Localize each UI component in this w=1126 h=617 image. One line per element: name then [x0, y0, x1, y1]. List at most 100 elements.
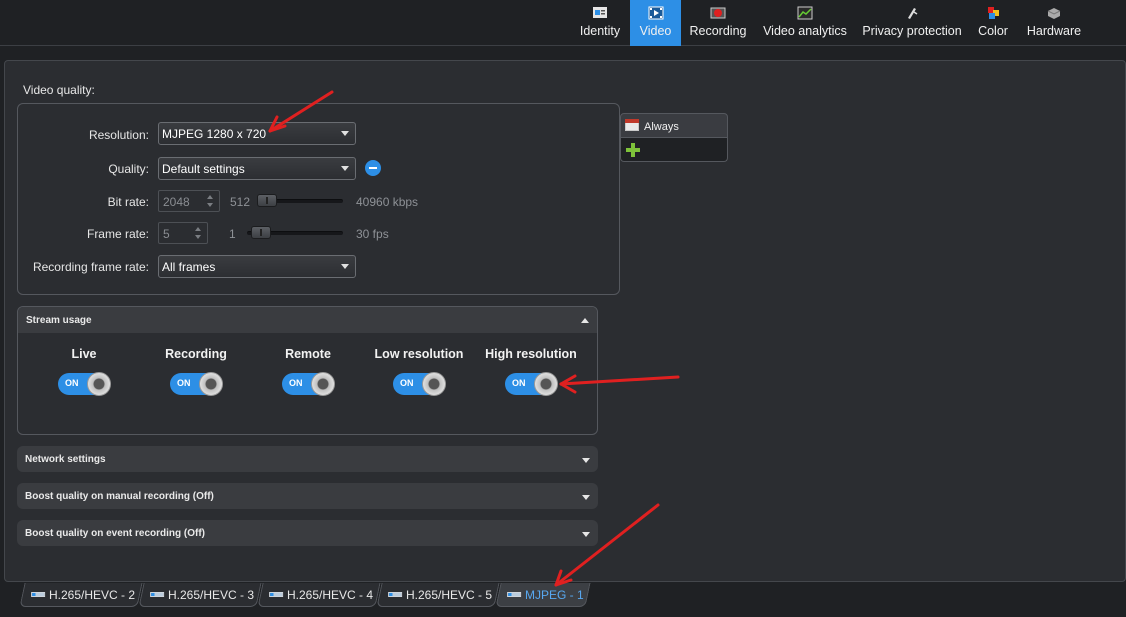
schedule-label: Always [644, 121, 679, 133]
live-toggle-switch[interactable]: ON [58, 372, 111, 396]
toggle-recording: Recording ON [141, 347, 251, 396]
frame-rate-slider-thumb[interactable] [251, 226, 271, 239]
bit-rate-label: Bit rate: [107, 195, 149, 209]
quality-label: Quality: [108, 162, 149, 176]
stream-usage-section: Stream usage Live ON Recording ON Remote… [17, 306, 598, 435]
recording-frame-rate-dropdown[interactable]: All frames [158, 255, 356, 278]
tab-label: Color [978, 24, 1008, 38]
toggle-state: ON [289, 378, 303, 388]
boost-event-title: Boost quality on event recording (Off) [25, 528, 206, 539]
recording-icon [710, 7, 726, 19]
recording-frame-rate-label: Recording frame rate: [32, 260, 149, 274]
frame-rate-value: 5 [163, 227, 170, 241]
schedule-always[interactable]: Always [620, 113, 728, 138]
toggle-knob [87, 372, 111, 396]
frame-rate-label: Frame rate: [86, 227, 149, 241]
stream-usage-title: Stream usage [26, 315, 92, 326]
toggle-state: ON [400, 378, 414, 388]
stream-icon [31, 592, 46, 597]
spin-down-icon[interactable] [207, 203, 213, 207]
quality-dropdown[interactable]: Default settings [158, 157, 356, 180]
stream-usage-header[interactable]: Stream usage [18, 307, 597, 333]
bit-rate-slider-thumb[interactable] [257, 194, 277, 207]
tab-video-analytics[interactable]: Video analytics [760, 0, 850, 46]
toggle-label: Low resolution [374, 347, 464, 361]
tab-hardware[interactable]: Hardware [1023, 0, 1085, 46]
stream-icon [507, 592, 522, 597]
network-settings-section[interactable]: Network settings [17, 446, 598, 472]
stream-tab-label: H.265/HEVC - 5 [406, 588, 493, 602]
toggle-live: Live ON [29, 347, 139, 396]
frame-rate-min: 1 [229, 227, 236, 241]
tab-recording[interactable]: Recording [686, 0, 750, 46]
tab-label: Video [639, 24, 672, 38]
color-icon [988, 7, 999, 19]
stream-tab-5[interactable]: MJPEG - 1 [495, 583, 591, 607]
frame-rate-input[interactable]: 5 [158, 222, 208, 244]
recording-toggle-switch[interactable]: ON [170, 372, 223, 396]
toggle-state: ON [65, 378, 79, 388]
bit-rate-value: 2048 [163, 195, 190, 209]
high-resolution-toggle-switch[interactable]: ON [505, 372, 558, 396]
chevron-down-icon[interactable] [582, 532, 590, 537]
resolution-value: MJPEG 1280 x 720 [162, 127, 267, 141]
frame-rate-max: 30 fps [356, 227, 389, 241]
collapse-quality-icon[interactable] [365, 160, 381, 176]
toggle-label: Live [71, 347, 97, 361]
stream-tab-1[interactable]: H.265/HEVC - 2 [19, 583, 143, 607]
chevron-down-icon [341, 264, 349, 269]
tab-label: Identity [579, 24, 621, 38]
toggle-label: High resolution [485, 347, 577, 361]
toggle-knob [422, 372, 446, 396]
chevron-down-icon[interactable] [582, 495, 590, 500]
boost-event-section[interactable]: Boost quality on event recording (Off) [17, 520, 598, 546]
stream-icon [150, 592, 165, 597]
stream-tab-3[interactable]: H.265/HEVC - 4 [257, 583, 381, 607]
stream-icon [269, 592, 284, 597]
video-quality-title: Video quality: [23, 83, 95, 97]
resolution-label: Resolution: [88, 128, 149, 142]
spin-up-icon[interactable] [207, 195, 213, 199]
tab-color[interactable]: Color [973, 0, 1013, 46]
toggle-state: ON [177, 378, 191, 388]
chevron-up-icon[interactable] [581, 318, 589, 323]
stream-tab-label: H.265/HEVC - 2 [49, 588, 136, 602]
toggle-knob [311, 372, 335, 396]
bit-rate-input[interactable]: 2048 [158, 190, 220, 212]
spin-down-icon[interactable] [195, 235, 201, 239]
bit-rate-min: 512 [230, 195, 251, 209]
stream-tab-label: H.265/HEVC - 4 [287, 588, 374, 602]
stream-tab-4[interactable]: H.265/HEVC - 5 [376, 583, 500, 607]
plus-icon [626, 143, 640, 157]
boost-manual-title: Boost quality on manual recording (Off) [25, 491, 214, 502]
remote-toggle-switch[interactable]: ON [282, 372, 335, 396]
bit-rate-max: 40960 kbps [356, 195, 419, 209]
toggle-high-resolution: High resolution ON [476, 347, 586, 396]
tab-privacy-protection[interactable]: Privacy protection [860, 0, 964, 46]
stream-tab-label: MJPEG - 1 [525, 588, 584, 602]
spin-up-icon[interactable] [195, 227, 201, 231]
toggle-knob [534, 372, 558, 396]
top-tab-bar: Identity Video Recording Video analytics… [0, 0, 1126, 46]
hardware-icon [1047, 8, 1061, 19]
chevron-down-icon[interactable] [582, 458, 590, 463]
stream-tab-2[interactable]: H.265/HEVC - 3 [138, 583, 262, 607]
stream-tab-label: H.265/HEVC - 3 [168, 588, 255, 602]
tab-label: Privacy protection [862, 24, 962, 38]
add-schedule-button[interactable] [620, 138, 728, 162]
toggle-state: ON [512, 378, 526, 388]
chevron-down-icon [341, 166, 349, 171]
tab-video[interactable]: Video [630, 0, 681, 46]
tab-label: Hardware [1026, 24, 1082, 38]
resolution-dropdown[interactable]: MJPEG 1280 x 720 [158, 122, 356, 145]
low-resolution-toggle-switch[interactable]: ON [393, 372, 446, 396]
stream-icon [388, 592, 403, 597]
boost-manual-section[interactable]: Boost quality on manual recording (Off) [17, 483, 598, 509]
identity-icon [593, 7, 607, 18]
tab-label: Video analytics [763, 24, 847, 38]
network-settings-title: Network settings [25, 454, 106, 465]
toggle-knob [199, 372, 223, 396]
toggle-remote: Remote ON [253, 347, 363, 396]
tab-identity[interactable]: Identity [573, 0, 627, 46]
video-analytics-icon [797, 6, 813, 20]
